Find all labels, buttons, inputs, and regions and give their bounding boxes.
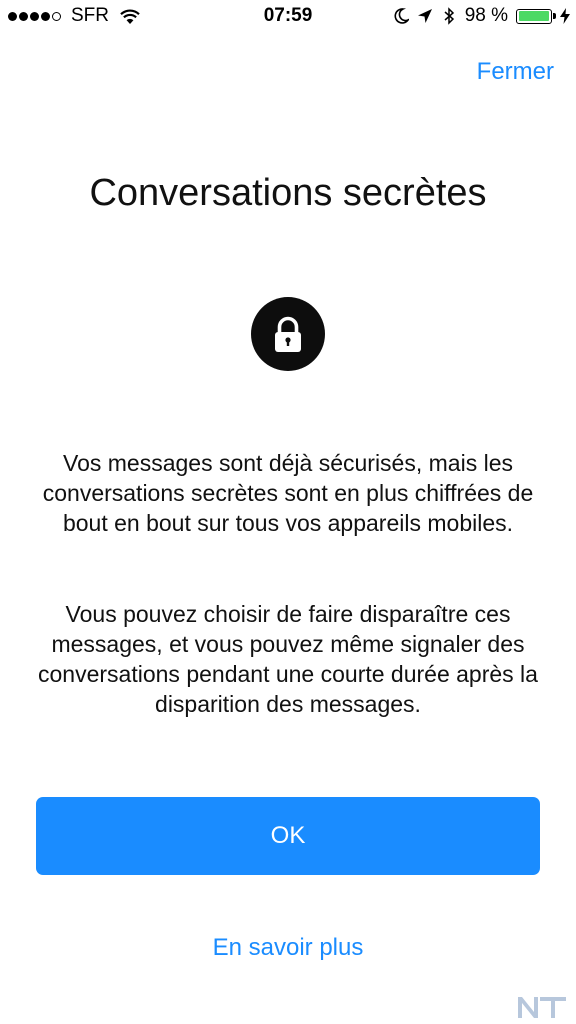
battery-icon — [516, 8, 556, 24]
lock-icon — [251, 297, 325, 371]
learn-more-link[interactable]: En savoir plus — [0, 934, 576, 962]
bluetooth-icon — [444, 7, 454, 25]
description-paragraph-2: Vous pouvez choisir de faire disparaître… — [38, 601, 538, 717]
description-paragraph-1: Vos messages sont déjà sécurisés, mais l… — [42, 450, 534, 536]
ok-button[interactable]: OK — [36, 797, 540, 875]
status-bar-right: 98 % — [393, 5, 570, 27]
moon-icon — [394, 8, 409, 24]
secret-conversations-screen: SFR 07:59 98 % Fermer Conversations secr… — [0, 0, 576, 1024]
page-title: Conversations secrètes — [89, 172, 487, 214]
watermark-logo — [518, 997, 566, 1018]
location-arrow-icon — [417, 9, 432, 23]
close-button[interactable]: Fermer — [477, 58, 554, 86]
charging-bolt-icon — [560, 8, 570, 24]
battery-percent: 98 % — [464, 5, 508, 26]
status-bar: SFR 07:59 98 % — [0, 0, 576, 34]
